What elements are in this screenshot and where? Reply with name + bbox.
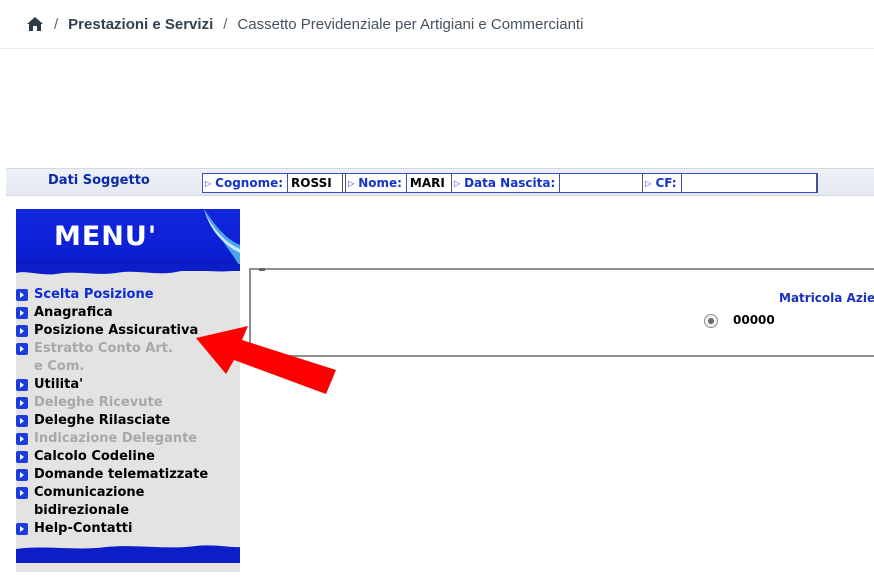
home-icon[interactable] (26, 16, 44, 32)
subject-bar: Dati Soggetto ▷ Cognome: ROSSI ▷ Nome: MAR… (6, 168, 874, 196)
subject-title: Dati Soggetto (48, 173, 150, 188)
menu-title: MENU' (54, 221, 158, 252)
menu-item-deleghe-rilasciate[interactable]: Deleghe Rilasciate (16, 412, 240, 430)
arrow-right-icon (16, 379, 28, 391)
menu-item-scelta-posizione[interactable]: Scelta Posizione (16, 286, 240, 304)
arrow-right-icon (16, 487, 28, 499)
subject-fields: ▷ Cognome: ROSSI ▷ Nome: MARI ▷ Data Nascit… (202, 173, 818, 193)
panel-corner-mark (259, 268, 265, 271)
arrow-right-icon (16, 343, 28, 355)
menu-item-indicazione-delegante[interactable]: Indicazione Delegante (16, 430, 240, 448)
arrow-right-icon (16, 469, 28, 481)
cf-value (681, 174, 817, 192)
cognome-label: ▷ Cognome: (203, 174, 289, 192)
triangle-icon: ▷ (645, 178, 652, 188)
menu-item-domande-telematizzate[interactable]: Domande telematizzate (16, 466, 240, 484)
triangle-icon: ▷ (205, 178, 212, 188)
arrow-right-icon (16, 289, 28, 301)
arrow-right-icon (16, 325, 28, 337)
page-curl-icon (204, 209, 240, 267)
cf-label: ▷ CF: (643, 174, 682, 192)
breadcrumb-separator: / (223, 15, 228, 33)
data-nascita-value (560, 174, 644, 192)
cognome-value: ROSSI (288, 174, 344, 192)
breadcrumb-prestazioni-link[interactable]: Prestazioni e Servizi (68, 16, 213, 33)
breadcrumb: / Prestazioni e Servizi / Cassetto Previ… (0, 0, 874, 49)
arrow-right-icon (16, 451, 28, 463)
menu-item-comunicazione-bidirezionale[interactable]: Comunicazione bidirezionale (16, 484, 240, 520)
matricola-header: Matricola Azie (779, 291, 874, 305)
menu-header: MENU' (16, 209, 240, 271)
triangle-icon: ▷ (348, 178, 355, 188)
menu-item-calcolo-codeline[interactable]: Calcolo Codeline (16, 448, 240, 466)
triangle-icon: ▷ (453, 178, 461, 188)
breadcrumb-current: Cassetto Previdenziale per Artigiani e C… (237, 15, 584, 33)
data-nascita-label: ▷ Data Nascita: (452, 174, 561, 192)
menu-footer-band (16, 545, 240, 563)
arrow-right-icon (16, 397, 28, 409)
nome-value: MARI (406, 174, 452, 192)
arrow-right-icon (16, 433, 28, 445)
red-annotation-arrow-icon (196, 326, 336, 394)
matricola-value: 00000 (733, 313, 775, 327)
menu-torn-edge (16, 264, 240, 275)
matricola-panel (249, 268, 874, 357)
nome-label: ▷ Nome: (346, 174, 407, 192)
matricola-radio[interactable] (704, 314, 718, 328)
breadcrumb-separator: / (54, 15, 59, 33)
arrow-right-icon (16, 415, 28, 427)
menu-item-help-contatti[interactable]: Help-Contatti (16, 520, 240, 538)
arrow-right-icon (16, 307, 28, 319)
arrow-right-icon (16, 523, 28, 535)
